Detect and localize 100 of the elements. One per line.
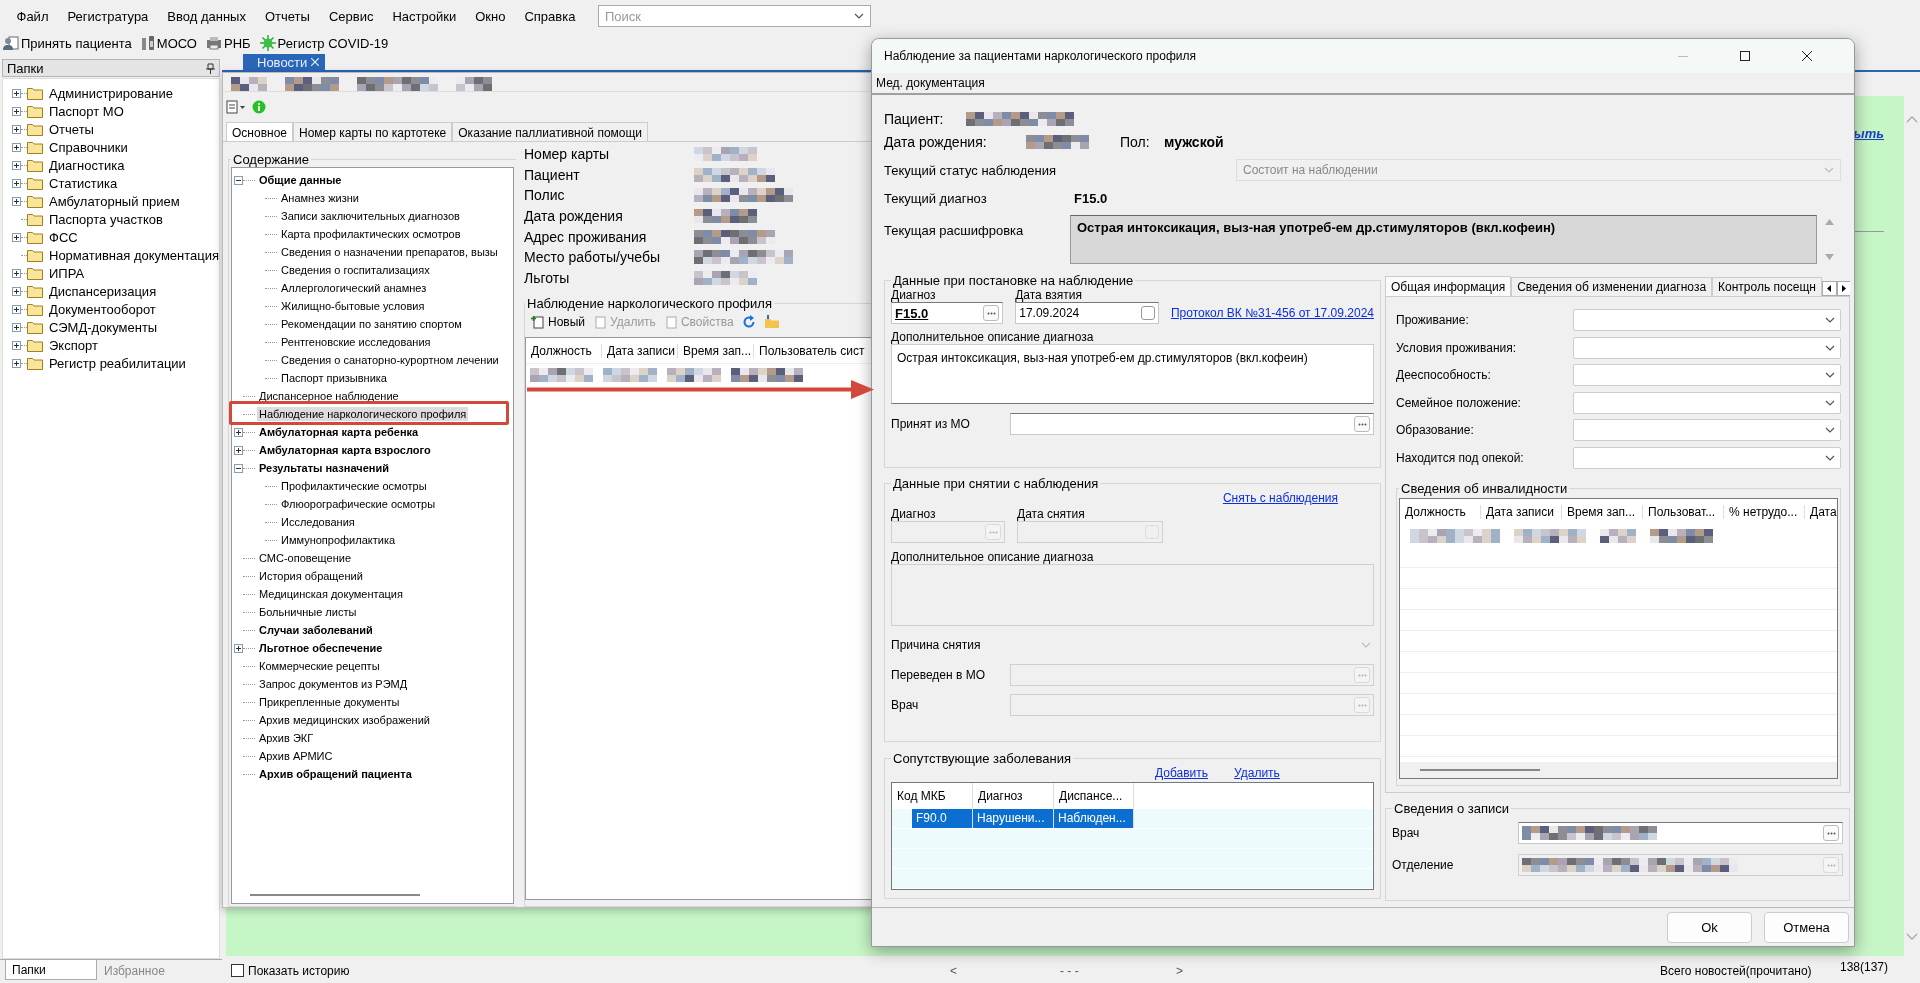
pin-icon[interactable] xyxy=(206,62,215,74)
tree-item[interactable]: ФСС xyxy=(49,229,78,245)
dialog-button[interactable]: Ok xyxy=(1667,911,1752,943)
checkbox[interactable] xyxy=(231,964,244,977)
text-area[interactable]: Острая интоксикация, выз-ная употреб-ем др.стимуляторов (вкл.кофеин) xyxy=(891,344,1374,404)
expand-icon[interactable] xyxy=(12,322,21,332)
tree-item[interactable]: Документооборот xyxy=(49,301,156,317)
menu-item[interactable]: Мед. документация xyxy=(876,76,985,90)
link[interactable]: Удалить xyxy=(1234,766,1280,780)
tab[interactable]: Номер карты по картотеке xyxy=(293,122,453,141)
expand-icon[interactable] xyxy=(12,286,21,296)
menu-item[interactable]: Отчеты xyxy=(255,8,320,24)
expand-icon[interactable] xyxy=(12,160,21,170)
scrollbar-thumb[interactable] xyxy=(1420,769,1540,772)
tree-item[interactable]: Прикрепленные документы xyxy=(257,695,402,709)
table-cell[interactable]: Нарушени... xyxy=(973,809,1054,828)
expand-icon[interactable] xyxy=(234,427,243,437)
column-header[interactable]: Дата записи xyxy=(1481,504,1562,519)
table-cell[interactable]: F90.0 xyxy=(912,809,973,828)
tree-item[interactable]: Статистика xyxy=(49,175,118,191)
tree-item[interactable]: Диспансерное наблюдение xyxy=(257,389,401,403)
tree-item[interactable]: Рентгеновские исследования xyxy=(279,335,433,349)
date-field[interactable]: 17.09.2024 xyxy=(1015,302,1159,324)
tree-item[interactable]: Рекомендации по занятию спортом xyxy=(279,317,464,331)
input-field[interactable]: F15.0 xyxy=(891,302,1004,324)
tree-item[interactable]: Запрос документов из РЭМД xyxy=(257,677,410,691)
nav-button[interactable]: > xyxy=(1176,963,1183,978)
info-icon[interactable] xyxy=(252,100,266,114)
tree-item[interactable]: Сведения о санаторно-курортном лечении xyxy=(279,353,501,367)
column-header[interactable]: Время зап... xyxy=(1562,504,1643,519)
column-header[interactable]: % нетрудо... xyxy=(1724,504,1805,519)
tree-item[interactable]: Флюорографические осмотры xyxy=(279,497,438,511)
column-header[interactable]: Должность xyxy=(526,343,602,358)
tree-item[interactable]: Отчеты xyxy=(49,121,94,137)
tab[interactable]: Контроль посещн xyxy=(1712,277,1822,296)
toolbar-button[interactable]: Новый xyxy=(531,315,586,330)
tree-item[interactable]: Архив ЭКГ xyxy=(257,731,316,745)
column-header[interactable]: Пользователь сист xyxy=(754,343,865,358)
tree-item[interactable]: Результаты назначений xyxy=(257,461,391,475)
scrollbar-thumb[interactable] xyxy=(250,894,420,896)
maximize-icon[interactable] xyxy=(1740,51,1750,61)
tree-item[interactable]: Экспорт xyxy=(49,337,98,353)
tree-item[interactable]: Паспорт МО xyxy=(49,103,124,119)
tree-item[interactable]: Амбулаторный прием xyxy=(49,193,180,209)
tree-item[interactable]: Справочники xyxy=(49,139,128,155)
column-header[interactable]: Должность xyxy=(1400,504,1481,519)
link[interactable]: ыть xyxy=(1853,126,1884,141)
expand-icon[interactable] xyxy=(12,88,21,98)
expand-icon[interactable] xyxy=(234,643,243,653)
expand-icon[interactable] xyxy=(234,445,243,455)
menu-item[interactable]: Настройки xyxy=(382,8,466,24)
toolbar-button[interactable]: Принять пациента xyxy=(3,35,132,51)
link[interactable]: Добавить xyxy=(1155,766,1209,780)
link[interactable]: Протокол ВК №31-456 от 17.09.2024 xyxy=(1170,306,1374,324)
column-header[interactable]: Дата записи xyxy=(602,343,678,358)
tree-item[interactable]: Амбулаторная карта ребенка xyxy=(257,425,421,439)
close-icon[interactable] xyxy=(1802,51,1812,61)
tree-item[interactable]: Жилищно-бытовые условия xyxy=(279,299,427,313)
tree-item[interactable]: Аллергологический анамнез xyxy=(279,281,429,295)
tree-item[interactable]: Исследования xyxy=(279,515,357,529)
refresh-icon[interactable] xyxy=(741,315,756,330)
tree-item[interactable]: Профилактические осмотры xyxy=(279,479,429,493)
tree-item[interactable]: История обращений xyxy=(257,569,365,583)
tree-item[interactable]: Сведения о госпитализациях xyxy=(279,263,432,277)
expand-icon[interactable] xyxy=(12,304,21,314)
input-field[interactable] xyxy=(1518,822,1843,845)
tree-item[interactable]: СЭМД-документы xyxy=(49,319,158,335)
column-header[interactable]: Дата xyxy=(1805,504,1837,519)
tree-item[interactable]: Нормативная документация xyxy=(49,247,220,263)
menu-item[interactable]: Файл xyxy=(7,8,58,24)
tree-item[interactable]: Коммерческие рецепты xyxy=(257,659,382,673)
menu-item[interactable]: Окно xyxy=(465,8,515,24)
tree-item[interactable]: Амбулаторная карта взрослого xyxy=(257,443,433,457)
tab[interactable]: Общая информация xyxy=(1385,276,1512,296)
tree-item[interactable]: Наблюдение наркологического профиля xyxy=(257,407,469,421)
folder-icon[interactable] xyxy=(763,315,780,330)
tree-item[interactable]: Карта профилактических осмотров xyxy=(279,227,463,241)
tree-item[interactable]: Администрирование xyxy=(49,85,173,101)
menu-item[interactable]: Ввод данных xyxy=(157,8,256,24)
tree-item[interactable]: Сведения о назначении препаратов, вызы xyxy=(279,245,500,259)
expand-icon[interactable] xyxy=(12,268,21,278)
tree-item[interactable]: ИПРА xyxy=(49,265,85,281)
tree-item[interactable]: Регистр реабилитации xyxy=(49,355,186,371)
tree-item[interactable]: Записи заключительных диагнозов xyxy=(279,209,462,223)
toolbar-button[interactable]: Регистр COVID-19 xyxy=(259,35,389,51)
menu-item[interactable]: Справка xyxy=(514,8,585,24)
menu-item[interactable]: Регистратура xyxy=(57,8,158,24)
toolbar-button[interactable]: РНБ xyxy=(206,35,251,51)
tab[interactable]: Папки xyxy=(5,960,97,980)
collapse-icon[interactable] xyxy=(234,463,243,473)
tree-item[interactable]: Общие данные xyxy=(257,173,344,187)
tree-item[interactable]: СМС-оповещение xyxy=(257,551,353,565)
expand-icon[interactable] xyxy=(12,106,21,116)
tree-item[interactable]: Иммунопрофилактика xyxy=(279,533,398,547)
tree-item[interactable]: Архив обращений пациента xyxy=(257,767,414,781)
input-field[interactable] xyxy=(1010,413,1374,435)
table-cell[interactable]: Наблюден... xyxy=(1054,809,1134,828)
tree-item[interactable]: Случаи заболеваний xyxy=(257,623,375,637)
tree-item[interactable]: Диспансеризация xyxy=(49,283,157,299)
tree-item[interactable]: Паспорта участков xyxy=(49,211,163,227)
